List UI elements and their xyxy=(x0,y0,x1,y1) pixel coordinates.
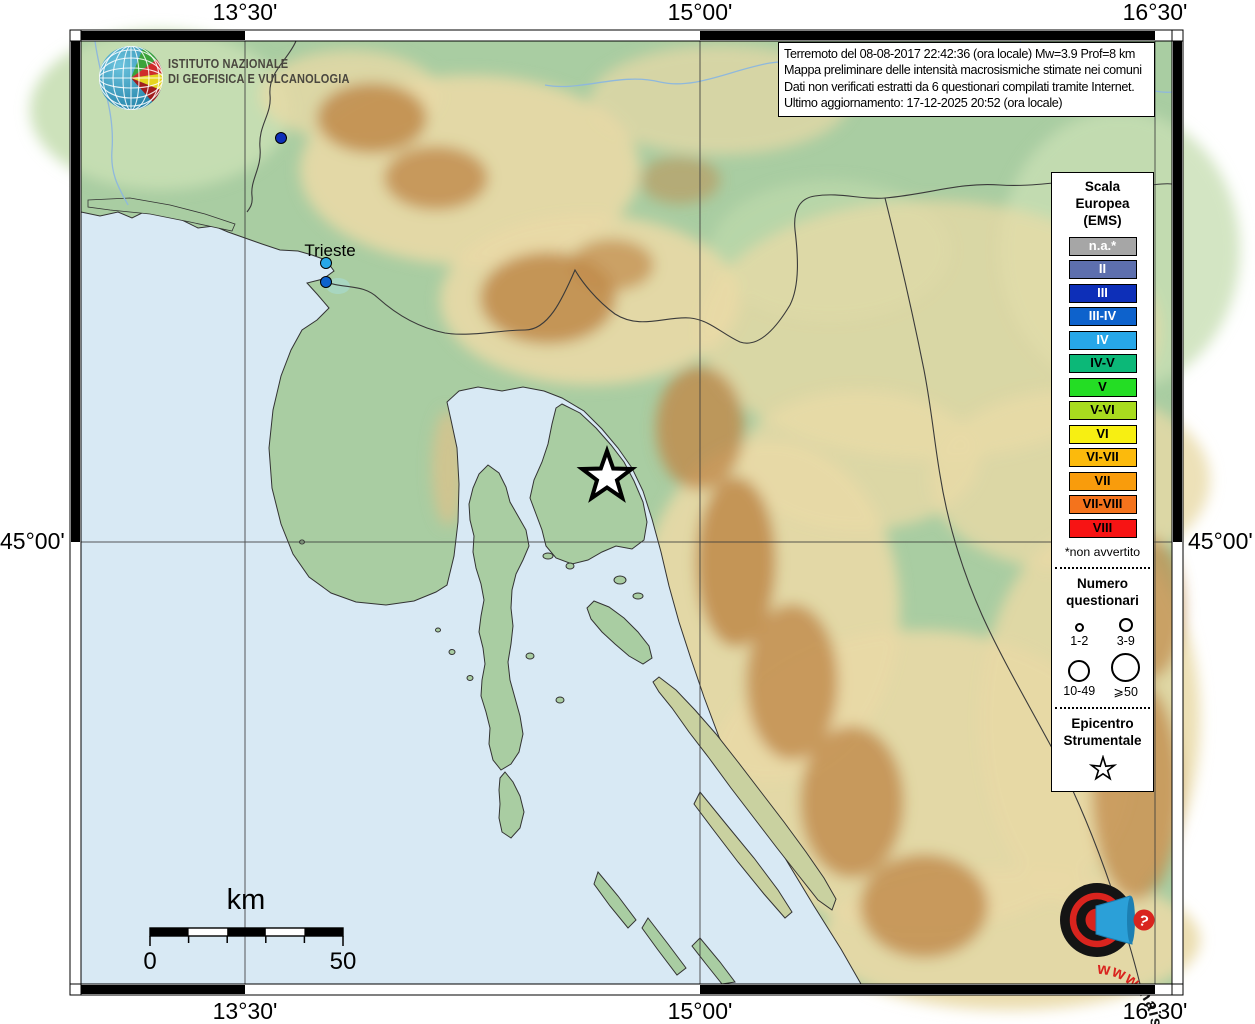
intensity-swatch-label: V-VI xyxy=(1090,402,1115,417)
questionnaire-size-list: 1-2 3-9 10-49 ⩾50 xyxy=(1052,609,1153,699)
intensity-swatch: VI-VII xyxy=(1068,448,1137,467)
scalebar-unit-label: km xyxy=(226,884,266,916)
islet xyxy=(448,649,456,655)
ingv-wordmark-line1: ISTITUTO NAZIONALE xyxy=(168,57,289,71)
intensity-swatch: IV xyxy=(1068,330,1137,350)
questionnaire-circle-icon xyxy=(1068,659,1091,682)
macroseismic-map-figure: www.haisentitoilterremoto.it ? xyxy=(0,0,1255,1024)
intensity-swatch-label: VII-VIII xyxy=(1082,496,1123,511)
questionnaire-size: 3-9 xyxy=(1103,613,1150,648)
questionnaire-size-label: 1-2 xyxy=(1070,633,1089,648)
questionnaire-circle-icon xyxy=(1111,652,1141,682)
coord-label-bottom-right: 16°30' xyxy=(1122,998,1188,1024)
city-label-trieste: Trieste xyxy=(304,241,356,260)
epicenter-legend-line: Strumentale xyxy=(1063,732,1142,748)
islet xyxy=(435,627,441,633)
intensity-swatch: II xyxy=(1068,260,1137,279)
questionnaire-circle-icon xyxy=(1074,622,1084,632)
questionnaire-title-line: questionari xyxy=(1066,592,1139,608)
event-summary-line: Terremoto del 08-08-2017 22:42:36 (ora l… xyxy=(784,47,1136,61)
islet xyxy=(613,575,627,585)
intensity-swatch: IV-V xyxy=(1068,354,1137,373)
coord-label-top-left: 13°30' xyxy=(212,0,278,25)
islet xyxy=(555,696,565,704)
ingv-logo xyxy=(96,42,166,112)
scalebar-end-label: 50 xyxy=(329,948,357,975)
islet xyxy=(632,592,644,600)
intensity-swatch-label: n.a.* xyxy=(1088,237,1117,253)
intensity-swatch-label: V xyxy=(1098,378,1107,394)
legend-footnote: *non avvertito xyxy=(1064,544,1141,559)
intensity-swatch: VIII xyxy=(1068,518,1137,538)
coord-label-top-right: 16°30' xyxy=(1122,0,1188,25)
questionnaire-size: ⩾50 xyxy=(1103,651,1150,699)
questionnaire-circle-icon xyxy=(1118,617,1133,632)
legend-title-line: (EMS) xyxy=(1083,213,1122,228)
event-info-box: Terremoto del 08-08-2017 22:42:36 (ora l… xyxy=(778,42,1155,117)
intensity-swatch: VI xyxy=(1068,424,1137,444)
questionnaire-size: 10-49 xyxy=(1056,651,1103,699)
intensity-swatch: n.a.* xyxy=(1068,236,1137,256)
intensity-dot-III xyxy=(275,132,287,144)
intensity-swatch-label: VIII xyxy=(1092,519,1113,535)
questionnaire-size-label: 10-49 xyxy=(1063,683,1096,698)
intensity-swatch-label: VI xyxy=(1096,425,1109,441)
intensity-swatch: VII xyxy=(1068,471,1137,491)
intensity-swatch: VII-VIII xyxy=(1068,495,1137,514)
scalebar-start-label: 0 xyxy=(143,948,157,975)
intensity-swatch-label: VII xyxy=(1094,472,1111,488)
questionnaire-size-label: ⩾50 xyxy=(1113,684,1138,699)
intensity-swatch: III xyxy=(1068,283,1137,303)
questionnaire-size-label: 3-9 xyxy=(1116,633,1135,648)
epicenter-star-icon xyxy=(1088,753,1117,781)
legend-panel: Scala Europea (EMS) n.a.* II III III-IV IV IV… xyxy=(1051,172,1154,792)
intensity-dot-III-IV xyxy=(320,276,332,288)
legend-title-line: Europea xyxy=(1075,196,1130,211)
intensity-scale-list: n.a.* II III III-IV IV IV-V V V-VI VI VI-VII VII VI… xyxy=(1052,229,1153,538)
coord-label-top-center: 15°00' xyxy=(667,0,733,25)
intensity-swatch-label: IV-V xyxy=(1090,355,1115,370)
ingv-wordmark-line2: DI GEOFISICA E VULCANOLOGIA xyxy=(168,71,350,86)
epicenter-legend-line: Epicentro xyxy=(1071,715,1134,731)
questionnaire-size: 1-2 xyxy=(1056,613,1103,648)
intensity-swatch: III-IV xyxy=(1068,307,1137,326)
coord-label-left: 45°00' xyxy=(0,528,65,554)
coord-label-right: 45°00' xyxy=(1188,528,1253,554)
coord-label-bottom-center: 15°00' xyxy=(667,998,733,1024)
intensity-swatch-label: IV xyxy=(1096,331,1109,347)
data-source-line: Dati non verificati estratti da 6 questi… xyxy=(784,79,1135,94)
islet xyxy=(466,675,474,681)
islet xyxy=(565,562,575,570)
islet xyxy=(542,552,554,560)
islet xyxy=(525,652,535,660)
intensity-swatch: V-VI xyxy=(1068,401,1137,420)
intensity-swatch: V xyxy=(1068,377,1137,397)
ingv-wordmark: ISTITUTO NAZIONALE DI GEOFISICA E VULCAN… xyxy=(168,57,350,86)
coord-label-bottom-left: 13°30' xyxy=(212,998,278,1024)
questionnaire-title-line: Numero xyxy=(1076,575,1128,591)
legend-separator xyxy=(1055,706,1150,709)
intensity-swatch-label: III-IV xyxy=(1088,308,1117,323)
legend-separator xyxy=(1055,566,1150,569)
map-type-line: Mappa preliminare delle intensità macros… xyxy=(784,63,1142,78)
legend-title-line: Scala xyxy=(1084,179,1121,194)
intensity-swatch-label: VI-VII xyxy=(1086,449,1119,464)
intensity-swatch-label: II xyxy=(1098,261,1107,276)
intensity-swatch-label: III xyxy=(1097,284,1108,300)
ingv-globe-icon xyxy=(99,46,163,110)
last-update-line: Ultimo aggiornamento: 17-12-2025 20:52 (… xyxy=(784,96,1063,111)
